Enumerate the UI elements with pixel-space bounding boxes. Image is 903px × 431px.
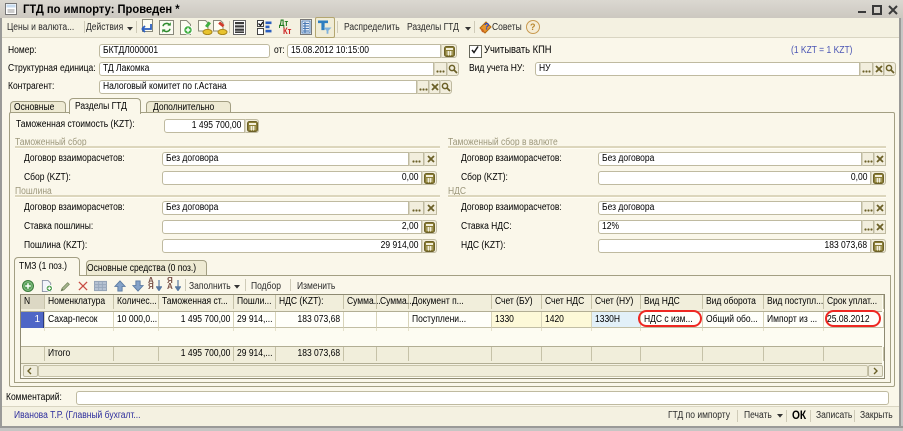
svg-text:?: ? xyxy=(484,22,490,32)
